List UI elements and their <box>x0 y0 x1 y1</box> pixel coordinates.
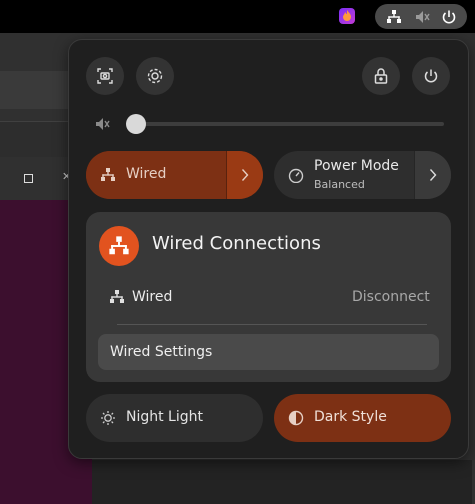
wired-connections-menu: Wired Connections Wired Disconnect Wired… <box>86 212 451 382</box>
night-light-label: Night Light <box>126 409 203 425</box>
system-tray[interactable] <box>375 4 467 29</box>
wired-settings-button[interactable]: Wired Settings <box>98 334 439 370</box>
night-light-icon <box>100 410 116 426</box>
quick-settings-panel: Wired Power Mode Balanced Wired Connecti… <box>68 39 469 459</box>
screenshot-icon <box>97 68 113 84</box>
power-mode-arrow[interactable] <box>414 151 451 199</box>
chevron-right-icon <box>429 169 437 181</box>
disconnect-button[interactable]: Disconnect <box>352 289 430 305</box>
wired-network-icon <box>109 289 125 305</box>
maximize-icon[interactable] <box>24 174 33 183</box>
speaker-muted-icon[interactable] <box>94 116 110 132</box>
speedometer-icon <box>288 167 304 184</box>
dark-style-icon <box>288 410 304 426</box>
power-mode-subtitle: Balanced <box>314 178 365 191</box>
background-toolbar <box>0 71 68 109</box>
power-mode-label: Power Mode <box>314 158 399 174</box>
volume-slider-handle[interactable] <box>126 114 146 134</box>
power-button[interactable] <box>412 57 450 95</box>
wired-network-icon <box>100 167 116 183</box>
chevron-right-icon <box>241 169 249 181</box>
screenshot-button[interactable] <box>86 57 124 95</box>
wired-toggle-label: Wired <box>126 166 167 182</box>
wired-toggle-main[interactable]: Wired <box>86 151 226 199</box>
wired-connection-label: Wired <box>132 289 173 305</box>
menu-separator <box>117 324 427 325</box>
wired-toggle-arrow[interactable] <box>226 151 263 199</box>
night-light-toggle[interactable]: Night Light <box>86 394 263 442</box>
top-bar <box>0 0 475 33</box>
power-icon <box>424 69 438 83</box>
volume-slider[interactable] <box>136 122 444 126</box>
flame-app-icon[interactable] <box>339 8 355 24</box>
wired-network-icon <box>386 9 402 25</box>
lock-icon <box>374 68 388 84</box>
dark-style-label: Dark Style <box>314 409 387 425</box>
gear-icon <box>147 68 163 84</box>
wired-toggle[interactable]: Wired <box>86 151 263 199</box>
dark-style-toggle[interactable]: Dark Style <box>274 394 451 442</box>
background-footer <box>92 460 472 504</box>
settings-button[interactable] <box>136 57 174 95</box>
wired-network-icon <box>99 226 139 266</box>
wired-connections-title: Wired Connections <box>152 233 321 254</box>
lock-button[interactable] <box>362 57 400 95</box>
power-icon <box>441 9 457 25</box>
speaker-muted-icon <box>414 9 430 25</box>
power-mode-toggle[interactable]: Power Mode Balanced <box>274 151 451 199</box>
